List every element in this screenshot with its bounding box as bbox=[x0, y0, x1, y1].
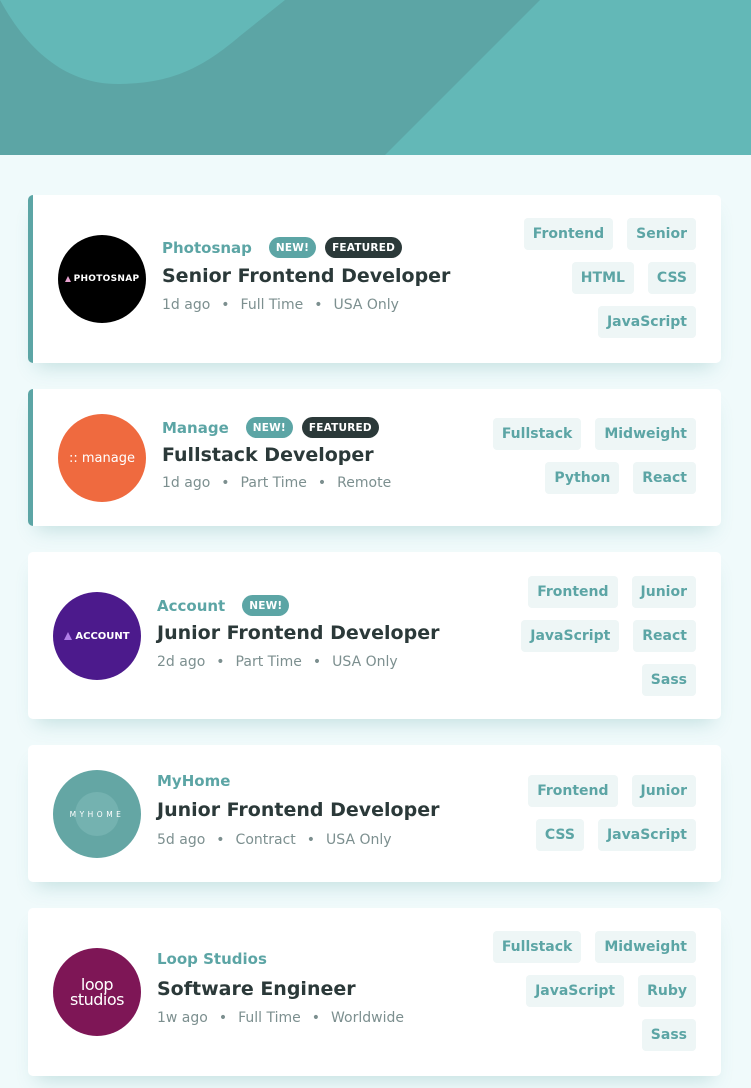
filter-tag[interactable]: Frontend bbox=[528, 576, 618, 608]
separator-dot: • bbox=[312, 654, 322, 670]
company-logo-manage: :: manage bbox=[58, 414, 146, 502]
logo-text: ACCOUNT bbox=[75, 630, 130, 642]
filter-tag[interactable]: React bbox=[633, 620, 696, 652]
filter-tag[interactable]: HTML bbox=[571, 262, 634, 294]
contract-type: Full Time bbox=[238, 1010, 301, 1026]
filter-tag[interactable]: Fullstack bbox=[492, 418, 582, 450]
separator-dot: • bbox=[311, 1010, 321, 1026]
posted-at: 1w ago bbox=[157, 1010, 208, 1026]
tag-list: Fullstack Midweight Python React bbox=[492, 418, 696, 506]
new-badge: NEW! bbox=[245, 417, 293, 438]
posted-at: 1d ago bbox=[162, 475, 211, 491]
new-badge: NEW! bbox=[268, 237, 317, 258]
job-card-account: ACCOUNT Account NEW! Junior Frontend Dev… bbox=[28, 552, 721, 719]
filter-tag[interactable]: JavaScript bbox=[526, 975, 625, 1007]
company-name: Manage bbox=[162, 418, 229, 437]
filter-tag[interactable]: Midweight bbox=[595, 931, 696, 963]
job-card-loop-studios: loop studios Loop Studios Software Engin… bbox=[28, 908, 721, 1076]
job-location: Worldwide bbox=[331, 1010, 404, 1026]
logo-text: MYHOME bbox=[69, 809, 125, 819]
tag-list: Frontend Senior HTML CSS JavaScript bbox=[523, 218, 696, 350]
filter-tag[interactable]: Sass bbox=[641, 1019, 696, 1051]
triangle-icon bbox=[64, 632, 73, 640]
new-badge: NEW! bbox=[242, 595, 290, 616]
company-logo-myhome: MYHOME bbox=[53, 770, 141, 858]
filter-tag[interactable]: JavaScript bbox=[597, 819, 696, 851]
company-name: Account bbox=[157, 596, 226, 615]
triangle-icon bbox=[64, 276, 71, 282]
filter-tag[interactable]: React bbox=[633, 462, 696, 494]
contract-type: Part Time bbox=[240, 475, 307, 491]
filter-tag[interactable]: Python bbox=[545, 462, 620, 494]
job-location: USA Only bbox=[326, 832, 392, 848]
filter-tag[interactable]: Sass bbox=[641, 664, 696, 696]
separator-dot: • bbox=[218, 1010, 228, 1026]
posted-at: 1d ago bbox=[162, 297, 211, 313]
featured-badge: FEATURED bbox=[325, 237, 402, 258]
contract-type: Contract bbox=[235, 832, 296, 848]
job-card-photosnap: PHOTOSNAP Photosnap NEW! FEATURED Senior… bbox=[28, 195, 721, 363]
job-location: USA Only bbox=[333, 297, 399, 313]
featured-badge: FEATURED bbox=[301, 417, 379, 438]
job-title[interactable]: Junior Frontend Developer bbox=[157, 799, 439, 821]
separator-dot: • bbox=[314, 297, 323, 313]
company-name: Loop Studios bbox=[157, 950, 267, 968]
filter-tag[interactable]: Midweight bbox=[595, 418, 696, 450]
filter-tag[interactable]: Frontend bbox=[528, 775, 618, 807]
job-location: Remote bbox=[337, 475, 392, 491]
tag-list: Fullstack Midweight JavaScript Ruby Sass bbox=[492, 931, 696, 1063]
filter-tag[interactable]: Junior bbox=[631, 576, 696, 608]
filter-tag[interactable]: CSS bbox=[647, 262, 696, 294]
contract-type: Full Time bbox=[240, 297, 304, 313]
tag-list: Frontend Junior JavaScript React Sass bbox=[521, 576, 696, 708]
tag-list: Frontend Junior CSS JavaScript bbox=[528, 775, 696, 863]
separator-dot: • bbox=[216, 654, 225, 670]
logo-text: PHOTOSNAP bbox=[73, 274, 140, 284]
job-card-myhome: MYHOME MyHome Junior Frontend Developer … bbox=[28, 745, 721, 882]
filter-tag[interactable]: Ruby bbox=[638, 975, 696, 1007]
filter-tag[interactable]: JavaScript bbox=[597, 306, 696, 338]
posted-at: 5d ago bbox=[157, 832, 206, 848]
job-location: USA Only bbox=[332, 654, 398, 670]
separator-dot: • bbox=[306, 832, 316, 848]
contract-type: Part Time bbox=[235, 654, 302, 670]
separator-dot: • bbox=[216, 832, 225, 848]
posted-at: 2d ago bbox=[157, 654, 206, 670]
company-logo-photosnap: PHOTOSNAP bbox=[58, 235, 146, 323]
filter-tag[interactable]: Frontend bbox=[523, 218, 614, 250]
filter-tag[interactable]: JavaScript bbox=[521, 620, 620, 652]
job-title[interactable]: Fullstack Developer bbox=[162, 444, 374, 466]
company-name: MyHome bbox=[157, 772, 231, 790]
company-logo-account: ACCOUNT bbox=[53, 592, 141, 680]
header-banner bbox=[0, 0, 751, 155]
job-title[interactable]: Software Engineer bbox=[157, 978, 356, 1000]
job-title[interactable]: Junior Frontend Developer bbox=[157, 622, 439, 644]
header-pattern bbox=[0, 0, 751, 155]
filter-tag[interactable]: Senior bbox=[627, 218, 696, 250]
company-name: Photosnap bbox=[162, 238, 252, 257]
job-title[interactable]: Senior Frontend Developer bbox=[162, 265, 450, 287]
separator-dot: • bbox=[317, 475, 327, 491]
separator-dot: • bbox=[221, 297, 230, 313]
logo-text: studios bbox=[70, 989, 124, 1009]
logo-text: :: manage bbox=[69, 450, 135, 466]
filter-tag[interactable]: Fullstack bbox=[492, 931, 582, 963]
job-card-manage: :: manage Manage NEW! FEATURED Fullstack… bbox=[28, 389, 721, 526]
company-logo-loop-studios: loop studios bbox=[53, 948, 141, 1036]
filter-tag[interactable]: Junior bbox=[631, 775, 696, 807]
filter-tag[interactable]: CSS bbox=[535, 819, 584, 851]
separator-dot: • bbox=[221, 475, 230, 491]
